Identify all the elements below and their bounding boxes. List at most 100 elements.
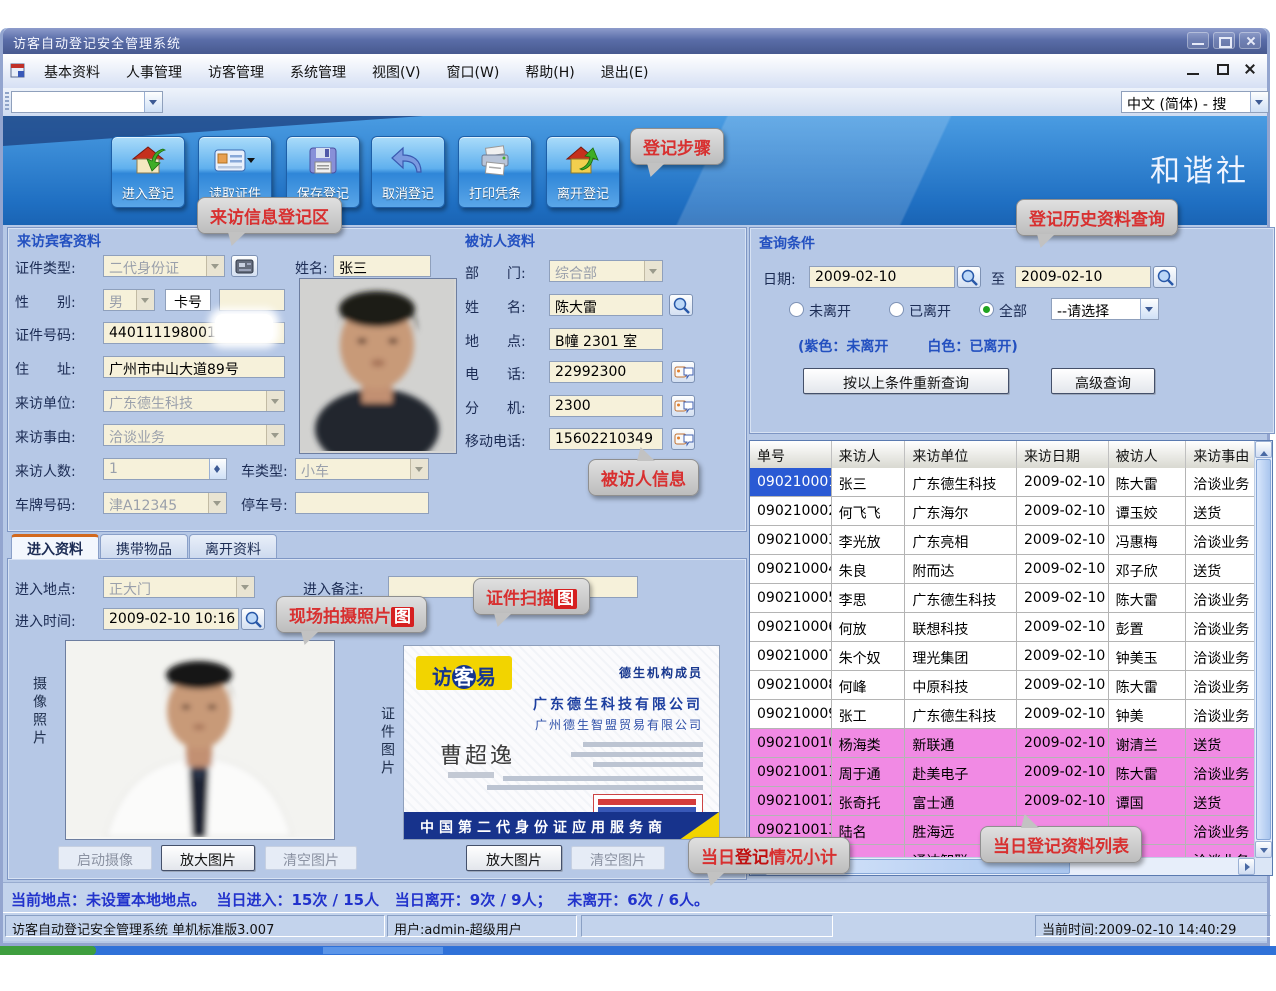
table-row[interactable]: 090210009张工广东德生科技2009-02-10钟美洽谈业务: [750, 700, 1255, 729]
table-cell[interactable]: 090210012: [750, 787, 832, 816]
table-cell[interactable]: 朱良: [832, 555, 906, 584]
table-cell[interactable]: 周于通: [832, 758, 906, 787]
toolbar-button-print[interactable]: 打印凭条: [458, 136, 532, 208]
start-button-sliver[interactable]: [0, 946, 96, 955]
table-cell[interactable]: 新联通: [905, 729, 1017, 758]
table-row[interactable]: 090210011周于通赴美电子2009-02-10陈大雷洽谈业务: [750, 758, 1255, 787]
table-row[interactable]: 090210003李光放广东亮相2009-02-10冯惠梅洽谈业务: [750, 526, 1255, 555]
table-cell[interactable]: 2009-02-10: [1017, 468, 1109, 497]
table-cell[interactable]: 090210002: [750, 497, 832, 526]
table-cell[interactable]: 谭国: [1109, 787, 1187, 816]
search-person-button[interactable]: [669, 294, 693, 316]
advanced-query-button[interactable]: 高级查询: [1051, 368, 1155, 394]
tab-leave-info[interactable]: 离开资料: [189, 534, 277, 559]
table-cell[interactable]: 广东德生科技: [905, 584, 1017, 613]
table-cell[interactable]: 联想科技: [905, 613, 1017, 642]
count-spinner[interactable]: 1: [103, 458, 227, 480]
clear-photo-button[interactable]: 清空图片: [265, 846, 357, 870]
tab-entry-info[interactable]: 进入资料: [11, 534, 99, 559]
table-cell[interactable]: 钟美玉: [1109, 642, 1187, 671]
table-cell[interactable]: 何放: [832, 613, 906, 642]
parking-field[interactable]: [295, 492, 429, 514]
table-row[interactable]: 090210002何飞飞广东海尔2009-02-10谭玉姣送货: [750, 497, 1255, 526]
plate-select[interactable]: 津A12345: [103, 492, 227, 514]
radio-not-left[interactable]: [789, 302, 804, 317]
table-header-cell[interactable]: 来访单位: [905, 441, 1017, 468]
table-row[interactable]: 090210005李思广东德生科技2009-02-10陈大雷洽谈业务: [750, 584, 1255, 613]
table-cell[interactable]: 090210004: [750, 555, 832, 584]
date-from-picker-button[interactable]: [957, 266, 981, 288]
table-cell[interactable]: 090210009: [750, 700, 832, 729]
visited-name-field[interactable]: 陈大雷: [549, 294, 663, 316]
table-cell[interactable]: 090210011: [750, 758, 832, 787]
menu-item-4[interactable]: 视图(V): [372, 62, 421, 82]
restore-button[interactable]: [1213, 32, 1235, 49]
table-header-cell[interactable]: 被访人: [1109, 441, 1187, 468]
company-select[interactable]: 广东德生科技: [103, 390, 285, 412]
table-cell[interactable]: 彭置: [1109, 613, 1187, 642]
menu-item-2[interactable]: 访客管理: [208, 62, 264, 82]
table-cell[interactable]: 谭玉姣: [1109, 497, 1187, 526]
gender-select[interactable]: 男: [103, 289, 155, 311]
mdi-minimize-button[interactable]: [1184, 62, 1202, 77]
sms-mobile-button[interactable]: [671, 428, 695, 450]
table-cell[interactable]: 洽谈业务: [1186, 758, 1255, 787]
table-cell[interactable]: 送货: [1186, 729, 1255, 758]
table-cell[interactable]: 附而达: [905, 555, 1017, 584]
table-cell[interactable]: 090210003: [750, 526, 832, 555]
language-selector[interactable]: 中文 (简体) - 搜: [1121, 91, 1269, 113]
table-cell[interactable]: 2009-02-10: [1017, 671, 1109, 700]
taskbar-item-sliver[interactable]: [323, 947, 443, 954]
table-cell[interactable]: 2009-02-10: [1017, 787, 1109, 816]
vertical-scroll-thumb[interactable]: [1256, 459, 1271, 840]
table-cell[interactable]: 陈大雷: [1109, 758, 1187, 787]
table-cell[interactable]: 送货: [1186, 787, 1255, 816]
table-header-cell[interactable]: 单号: [750, 441, 832, 468]
chevron-down-icon[interactable]: [144, 92, 162, 112]
table-cell[interactable]: 2009-02-10: [1017, 584, 1109, 613]
table-cell[interactable]: 李思: [832, 584, 906, 613]
zoom-photo-button[interactable]: 放大图片: [161, 845, 255, 871]
reason-select[interactable]: 洽谈业务: [103, 424, 285, 446]
location-field[interactable]: B幢 2301 室: [549, 328, 663, 350]
menu-item-7[interactable]: 退出(E): [601, 62, 649, 82]
menu-item-0[interactable]: 基本资料: [44, 62, 100, 82]
table-cell[interactable]: 冯惠梅: [1109, 526, 1187, 555]
table-cell[interactable]: 洽谈业务: [1186, 468, 1255, 497]
scroll-up-icon[interactable]: [1255, 441, 1272, 458]
table-cell[interactable]: 洽谈业务: [1186, 584, 1255, 613]
entry-time-picker-button[interactable]: [241, 608, 265, 630]
table-cell[interactable]: 洽谈业务: [1186, 526, 1255, 555]
toolbar-grip[interactable]: [5, 92, 9, 112]
table-cell[interactable]: 赴美电子: [905, 758, 1017, 787]
table-row[interactable]: 090210007朱个奴理光集团2009-02-10钟美玉洽谈业务: [750, 642, 1255, 671]
table-cell[interactable]: 朱个奴: [832, 642, 906, 671]
table-row[interactable]: 090210006何放联想科技2009-02-10彭置洽谈业务: [750, 613, 1255, 642]
table-cell[interactable]: 钟美: [1109, 700, 1187, 729]
toolbar-button-enter[interactable]: 进入登记: [111, 136, 185, 208]
menu-item-5[interactable]: 窗口(W): [447, 62, 500, 82]
entry-location-select[interactable]: 正大门: [103, 576, 255, 598]
spinner-arrows-icon[interactable]: [209, 459, 226, 479]
table-cell[interactable]: 送货: [1186, 555, 1255, 584]
radio-left[interactable]: [889, 302, 904, 317]
table-cell[interactable]: 洽谈业务: [1186, 816, 1255, 845]
table-cell[interactable]: 090210005: [750, 584, 832, 613]
mdi-restore-button[interactable]: [1213, 62, 1231, 77]
table-row[interactable]: 090210010杨海类新联通2009-02-10谢清兰送货: [750, 729, 1255, 758]
chevron-down-icon[interactable]: [1140, 299, 1158, 319]
clear-card-button[interactable]: 清空图片: [571, 846, 665, 870]
start-camera-button[interactable]: 启动摄像: [58, 846, 152, 870]
date-to-field[interactable]: 2009-02-10: [1015, 266, 1151, 288]
quick-select-combobox[interactable]: [11, 91, 163, 113]
address-field[interactable]: 广州市中山大道89号: [103, 356, 285, 378]
entry-time-field[interactable]: 2009-02-10 10:16: [103, 608, 239, 630]
table-cell[interactable]: 广东德生科技: [905, 468, 1017, 497]
table-cell[interactable]: 中原科技: [905, 671, 1017, 700]
table-cell[interactable]: 张工: [832, 700, 906, 729]
chevron-down-icon[interactable]: [1250, 92, 1268, 112]
phone-field[interactable]: 22992300: [549, 361, 663, 383]
table-cell[interactable]: 洽谈业务: [1186, 700, 1255, 729]
table-cell[interactable]: 2009-02-10: [1017, 729, 1109, 758]
table-cell[interactable]: 090210007: [750, 642, 832, 671]
